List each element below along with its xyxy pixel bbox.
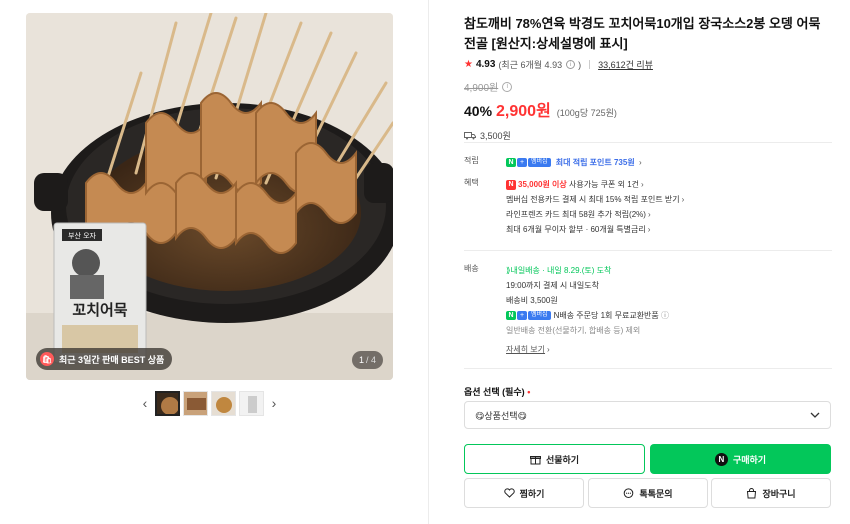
unit-price: (100g당 725원) (556, 108, 617, 118)
delivery-label: 배송 (464, 264, 479, 273)
npay-membership-badge: N + 멤버십 (506, 311, 551, 321)
delivery-exclusion: 일반배송 전환(선물하기, 합배송 등) 제외 (506, 326, 641, 335)
points-label: 적립 (464, 156, 479, 165)
info-icon[interactable]: ⓘ (661, 311, 669, 320)
discount-rate: 40% (464, 103, 493, 119)
perk-installment-text: 최대 6개월 무이자 할부 · 60개월 특별금리 (506, 225, 646, 234)
perks-label: 혜택 (464, 178, 479, 187)
coupon-threshold: 35,000원 이상 (518, 180, 567, 189)
heart-icon (503, 488, 515, 498)
buy-button[interactable]: N 구매하기 (650, 444, 831, 474)
chevron-right-icon: › (647, 210, 651, 219)
sale-price: 2,900원 (496, 103, 551, 120)
thumbnail-1[interactable] (155, 390, 180, 416)
image-counter: 1 / 4 (351, 351, 383, 369)
section-divider (464, 250, 832, 251)
perk-card-points[interactable]: 멤버십 전용카드 결제 시 최대 15% 적립 포인트 받기 › (506, 192, 684, 207)
see-more-row[interactable]: 자세히 보기 › (506, 342, 669, 357)
best-seller-badge: 🛍 최근 3일간 판매 BEST 상품 (36, 348, 173, 370)
perk-line-card[interactable]: 라인프렌즈 카드 최대 58원 추가 적립(2%) › (506, 207, 684, 222)
buy-label: 구매하기 (732, 454, 767, 465)
delivery-fee: 배송비 3,500원 (506, 296, 558, 305)
price-row: 40% 2,900원 (100g당 725원) (464, 97, 832, 121)
npay-membership-badge: N + 멤버십 (506, 158, 551, 168)
naver-n-icon: N (714, 452, 728, 466)
chevron-right-icon: › (638, 158, 642, 167)
option-label-text: 옵션 선택 (필수) (464, 387, 525, 397)
thumbnail-2[interactable] (183, 390, 208, 416)
column-divider (428, 0, 429, 524)
gift-label: 선물하기 (545, 454, 580, 465)
rating-recent-end: ) (578, 59, 582, 70)
truck-icon (464, 132, 476, 140)
perk-line-text: 라인프렌즈 카드 최대 58원 추가 적립(2%) (506, 210, 646, 219)
perk-card-text: 멤버십 전용카드 결제 시 최대 15% 적립 포인트 받기 (506, 195, 680, 204)
rating-score: 4.93 (475, 59, 496, 70)
chevron-right-icon: › (547, 345, 550, 354)
shopping-bag-icon (747, 487, 757, 498)
chevron-right-icon[interactable]: › (267, 390, 281, 416)
star-icon: ★ (464, 59, 473, 70)
package-title: 꼬치어묵 (72, 301, 127, 319)
info-icon[interactable]: i (566, 60, 576, 69)
chevron-right-icon: › (641, 180, 644, 189)
points-section: 적립 N + 멤버십 최대 적립 포인트 735원 › (464, 155, 642, 170)
shipping-fee-short: 3,500원 (480, 131, 511, 141)
points-row[interactable]: N + 멤버십 최대 적립 포인트 735원 › (506, 155, 642, 170)
package-top-label: 부산 오자 (68, 231, 97, 240)
gift-button[interactable]: 선물하기 (464, 444, 645, 474)
see-more-link[interactable]: 자세히 보기 (506, 345, 545, 354)
chat-bubble-icon (624, 487, 634, 498)
delivery-date: · 내일 8.29.(토) 도착 (539, 266, 612, 275)
free-return-row: N + 멤버십 N배송 주문당 1회 무료교환반품 ⓘ (506, 308, 669, 323)
separator (589, 60, 591, 69)
rating-row: ★ 4.93 (최근 6개월 4.93 i ) 33,612건 리뷰 (464, 58, 832, 71)
review-count-link[interactable]: 33,612건 리뷰 (598, 58, 653, 71)
shopping-bag-icon: 🛍 (40, 352, 54, 366)
section-divider (464, 368, 832, 369)
required-mark: • (527, 387, 531, 397)
price-info-icon[interactable]: i (502, 81, 513, 92)
chevron-right-icon: › (647, 225, 651, 234)
best-badge-text: 최근 3일간 판매 BEST 상품 (59, 354, 165, 365)
wish-label: 찜하기 (519, 488, 545, 499)
original-price-row: 4,900원 i (464, 79, 832, 94)
chevron-right-icon: › (681, 195, 685, 204)
delivery-section: 배송 ⟫내일배송 · 내일 8.29.(토) 도착 19:00까지 결제 시 내… (464, 263, 669, 357)
gift-icon (529, 455, 541, 464)
rating-recent: (최근 6개월 4.93 (498, 60, 563, 70)
perk-installment[interactable]: 최대 6개월 무이자 할부 · 60개월 특별금리 › (506, 222, 684, 237)
talk-label: 톡톡문의 (639, 488, 673, 499)
delivery-cutoff: 19:00까지 결제 시 내일도착 (506, 281, 599, 290)
perk-coupon[interactable]: N 35,000원 이상 사용가능 쿠폰 외 1건 › (506, 177, 684, 192)
chevron-left-icon[interactable]: ‹ (138, 390, 152, 416)
product-summary: 참도깨비 78%연육 박경도 꼬치어묵10개입 장국소스2봉 오뎅 어묵전골 [… (464, 14, 832, 142)
counter-total: / 4 (365, 355, 376, 365)
max-points-link[interactable]: 최대 적립 포인트 735원 (556, 158, 635, 167)
coupon-text: 사용가능 쿠폰 외 1건 (566, 180, 640, 189)
cart-button[interactable]: 장바구니 (711, 478, 831, 508)
fishcake-skewers-photo: 부산 오자 꼬치어묵 (26, 13, 393, 380)
option-select-value: 😋상품선택😋 (475, 410, 527, 421)
delivery-type: 내일배송 (510, 266, 540, 275)
option-label: 옵션 선택 (필수) • (464, 385, 530, 398)
product-title: 참도깨비 78%연육 박경도 꼬치어묵10개입 장국소스2봉 오뎅 어묵전골 [… (464, 16, 821, 51)
shipping-fee-row: 3,500원 (464, 129, 832, 142)
thumbnail-strip: ‹ › (138, 390, 281, 416)
counter-current: 1 (358, 355, 364, 365)
original-price: 4,900원 (464, 83, 499, 94)
thumbnail-3[interactable] (211, 390, 236, 416)
thumbnail-4[interactable] (239, 390, 264, 416)
talk-inquiry-button[interactable]: 톡톡문의 (588, 478, 708, 508)
perks-section: 혜택 N 35,000원 이상 사용가능 쿠폰 외 1건 › 멤버십 전용카드 결제… (464, 177, 684, 237)
coupon-n-icon: N (506, 179, 516, 190)
option-select[interactable]: 😋상품선택😋 (464, 401, 831, 429)
free-return-text: N배송 주문당 1회 무료교환반품 (553, 311, 659, 320)
product-main-image[interactable]: 부산 오자 꼬치어묵 🛍 최근 3일간 판매 BEST 상품 1 / 4 (26, 13, 393, 380)
delivery-type-row: ⟫내일배송 · 내일 8.29.(토) 도착 (506, 263, 669, 278)
chevron-down-icon (810, 412, 820, 418)
wishlist-button[interactable]: 찜하기 (464, 478, 584, 508)
section-divider (464, 142, 832, 143)
cart-label: 장바구니 (762, 488, 796, 499)
